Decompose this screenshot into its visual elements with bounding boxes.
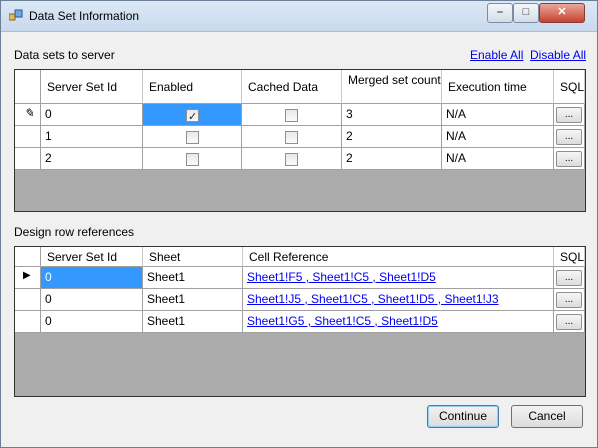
cell-reference: Sheet1!G5 , Sheet1!C5 , Sheet1!D5: [243, 311, 554, 333]
cell-execution-time[interactable]: N/A: [442, 126, 554, 148]
sql-button[interactable]: ...: [556, 314, 582, 330]
cell-server-set-id[interactable]: 0: [41, 104, 143, 126]
cell-enabled[interactable]: [143, 148, 242, 170]
sql-button[interactable]: ...: [556, 129, 582, 145]
cancel-button[interactable]: Cancel: [511, 405, 583, 428]
cell-cached-data[interactable]: [242, 126, 342, 148]
cell-cached-data[interactable]: [242, 104, 342, 126]
cell-server-set-id[interactable]: 0: [41, 267, 143, 289]
row-header[interactable]: [15, 126, 41, 148]
current-row-arrow-icon: ▶: [23, 270, 31, 281]
design-row-references-grid: Server Set Id Sheet Cell Reference SQL ▶…: [14, 246, 586, 397]
column-header-merged-set-count[interactable]: Merged set count: [342, 70, 442, 104]
cached-data-checkbox[interactable]: [285, 109, 298, 122]
column-header-server-set-id[interactable]: Server Set Id: [41, 70, 143, 104]
enabled-checkbox[interactable]: [186, 131, 199, 144]
close-icon: ✕: [557, 6, 567, 18]
cached-data-checkbox[interactable]: [285, 131, 298, 144]
cell-enabled[interactable]: [143, 104, 242, 126]
minimize-button[interactable]: ⎯: [487, 3, 513, 23]
cell-execution-time[interactable]: N/A: [442, 104, 554, 126]
cell-sql: ...: [554, 267, 585, 289]
cell-server-set-id[interactable]: 0: [41, 311, 143, 333]
design-row-references-label: Design row references: [14, 225, 135, 239]
column-header-enabled[interactable]: Enabled: [143, 70, 242, 104]
row-header[interactable]: [15, 311, 41, 333]
enabled-checkbox[interactable]: [186, 107, 199, 125]
close-button[interactable]: ✕: [539, 3, 585, 23]
column-header-sql[interactable]: SQL: [554, 70, 585, 104]
cell-reference: Sheet1!J5 , Sheet1!C5 , Sheet1!D5 , Shee…: [243, 289, 554, 311]
app-icon: [9, 9, 23, 21]
cell-reference-link[interactable]: Sheet1!G5 , Sheet1!C5 , Sheet1!D5: [247, 314, 438, 328]
cell-sql: ...: [554, 289, 585, 311]
maximize-button[interactable]: □: [513, 3, 539, 23]
cell-sheet[interactable]: Sheet1: [143, 267, 243, 289]
cell-merged-set-count[interactable]: 3: [342, 104, 442, 126]
title-bar[interactable]: Data Set Information ⎯ □ ✕: [1, 1, 597, 32]
column-header-execution-time[interactable]: Execution time: [442, 70, 554, 104]
cell-cached-data[interactable]: [242, 148, 342, 170]
minimize-icon: ⎯: [497, 6, 503, 18]
cell-reference-link[interactable]: Sheet1!J5 , Sheet1!C5 , Sheet1!D5 , Shee…: [247, 292, 499, 306]
row-header[interactable]: ✎: [15, 104, 41, 126]
column-header-cell-reference[interactable]: Cell Reference: [243, 247, 554, 267]
column-header-sheet[interactable]: Sheet: [143, 247, 243, 267]
row-header[interactable]: ▶: [15, 267, 41, 289]
cell-sheet[interactable]: Sheet1: [143, 289, 243, 311]
continue-button[interactable]: Continue: [427, 405, 499, 428]
cell-server-set-id[interactable]: 0: [41, 289, 143, 311]
cell-sql: ...: [554, 311, 585, 333]
column-header-sql[interactable]: SQL: [554, 247, 585, 267]
enabled-checkbox[interactable]: [186, 153, 199, 166]
grid-corner: [15, 247, 41, 267]
cell-reference-link[interactable]: Sheet1!F5 , Sheet1!C5 , Sheet1!D5: [247, 270, 436, 284]
cell-server-set-id[interactable]: 2: [41, 148, 143, 170]
cell-execution-time[interactable]: N/A: [442, 148, 554, 170]
cell-sql: ...: [554, 126, 585, 148]
disable-all-link[interactable]: Disable All: [530, 48, 586, 62]
cell-reference: Sheet1!F5 , Sheet1!C5 , Sheet1!D5: [243, 267, 554, 289]
maximize-icon: □: [522, 6, 530, 18]
row-header[interactable]: [15, 289, 41, 311]
sql-button[interactable]: ...: [556, 107, 582, 123]
cell-server-set-id[interactable]: 1: [41, 126, 143, 148]
column-header-server-set-id[interactable]: Server Set Id: [41, 247, 143, 267]
sql-button[interactable]: ...: [556, 270, 582, 286]
sql-button[interactable]: ...: [556, 292, 582, 308]
grid-corner: [15, 70, 41, 104]
cell-merged-set-count[interactable]: 2: [342, 126, 442, 148]
cell-sql: ...: [554, 104, 585, 126]
cached-data-checkbox[interactable]: [285, 153, 298, 166]
cell-sql: ...: [554, 148, 585, 170]
row-header[interactable]: [15, 148, 41, 170]
column-header-cached-data[interactable]: Cached Data: [242, 70, 342, 104]
sql-button[interactable]: ...: [556, 151, 582, 167]
cell-merged-set-count[interactable]: 2: [342, 148, 442, 170]
data-sets-label: Data sets to server: [14, 48, 115, 62]
data-sets-grid: Server Set Id Enabled Cached Data Merged…: [14, 69, 586, 212]
dialog-window: Data Set Information ⎯ □ ✕ Data sets to …: [0, 0, 598, 448]
cell-sheet[interactable]: Sheet1: [143, 311, 243, 333]
cell-enabled[interactable]: [143, 126, 242, 148]
window-title: Data Set Information: [29, 9, 140, 23]
enable-all-link[interactable]: Enable All: [470, 48, 523, 62]
edit-pencil-icon: ✎: [24, 106, 35, 120]
